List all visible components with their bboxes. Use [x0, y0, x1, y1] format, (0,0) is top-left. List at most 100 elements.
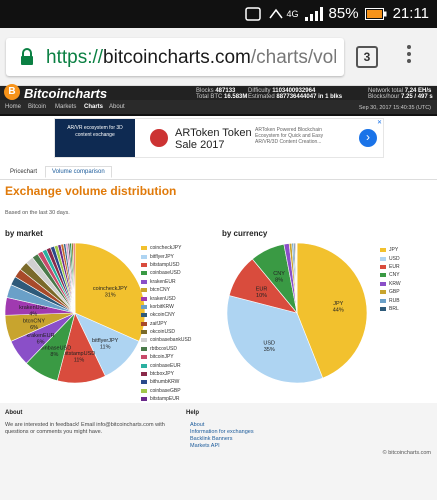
legend-item[interactable]: coinbasebankUSD: [141, 336, 191, 344]
tab-switcher-button[interactable]: 3: [356, 46, 378, 68]
legend-label: coinbaseEUR: [150, 362, 181, 369]
legend-label: coincheckJPY: [150, 245, 182, 252]
battery-percent: 85%: [328, 5, 359, 22]
legend-item[interactable]: krakenEUR: [141, 278, 191, 286]
tab-volume-comparison[interactable]: Volume comparison: [45, 166, 112, 178]
pie-slice-label: 4%: [29, 311, 37, 317]
legend-item[interactable]: korbitKRW: [141, 303, 191, 311]
footer-link-about[interactable]: About: [190, 422, 254, 429]
ad-close-icon[interactable]: ✕: [377, 119, 382, 126]
ad-title[interactable]: ARToken Token Sale 2017: [175, 127, 253, 151]
legend-label: KRW: [389, 280, 401, 287]
legend-swatch: [141, 271, 147, 276]
legend-swatch: [141, 304, 147, 309]
pie-slice-label: EUR: [256, 286, 268, 292]
url-path: /charts/volu: [250, 47, 336, 68]
legend-swatch: [141, 313, 147, 318]
footer-help-title: Help: [186, 410, 200, 416]
battery-icon: [364, 7, 387, 20]
legend-label: btcboxJPY: [150, 371, 174, 378]
pie-slice-label: 31%: [105, 293, 116, 299]
bitcoin-logo-icon[interactable]: B: [4, 84, 20, 100]
legend-label: rbtbcoxUSD: [150, 345, 177, 352]
legend-item[interactable]: okcoinUSD: [141, 328, 191, 336]
notification-icon: [269, 8, 283, 19]
legend-swatch: [141, 288, 147, 293]
pie-slice-label: bitstampUSD: [63, 351, 95, 357]
legend-item[interactable]: JPY: [380, 246, 401, 254]
page-subtitle: Based on the last 30 days.: [5, 210, 70, 216]
legend-item[interactable]: zaifJPY: [141, 320, 191, 328]
legend-item[interactable]: bithumbKRW: [141, 378, 191, 386]
legend-swatch: [380, 248, 386, 253]
url-text[interactable]: https://bitcoincharts.com/charts/volu: [46, 47, 336, 69]
browser-menu-icon[interactable]: [404, 42, 414, 72]
pie-slice-label: JPY: [333, 301, 343, 307]
legend-item[interactable]: coinbaseGBP: [141, 387, 191, 395]
ad-image-text: AR/VR ecosystem for 3D content exchange: [55, 119, 135, 157]
legend-swatch: [141, 397, 147, 402]
legend-label: coinbasebankUSD: [150, 337, 192, 344]
network-type-label: 4G: [286, 8, 299, 19]
browser-toolbar: https://bitcoincharts.com/charts/volu 3: [0, 28, 437, 86]
legend-item[interactable]: bitstampUSD: [141, 261, 191, 269]
legend-label: okcoinCNY: [150, 312, 176, 319]
pie-slice-label: 6%: [30, 325, 38, 331]
legend-swatch: [380, 298, 386, 303]
android-status-bar: 4G 85% 21:11: [0, 0, 437, 28]
legend-item[interactable]: BRL: [380, 305, 401, 313]
copyright: © bitcoincharts.com: [382, 450, 431, 456]
pie-slice-label: 10%: [256, 293, 267, 299]
legend-item[interactable]: okcoinCNY: [141, 311, 191, 319]
pie-slice-label: 44%: [333, 308, 344, 314]
legend-swatch: [141, 296, 147, 301]
legend-item[interactable]: krakenUSD: [141, 294, 191, 302]
legend-item[interactable]: btcboxJPY: [141, 370, 191, 378]
nav-bitcoin[interactable]: Bitcoin: [28, 104, 46, 110]
site-name[interactable]: Bitcoincharts: [24, 86, 107, 101]
legend-item[interactable]: bitcoinJPY: [141, 353, 191, 361]
legend-label: bitcoinJPY: [150, 354, 174, 361]
footer-link-api[interactable]: Markets API: [190, 443, 254, 450]
legend-item[interactable]: coinbaseUSD: [141, 269, 191, 277]
footer-help-links: About Information for exchanges Backlink…: [190, 422, 254, 450]
nav-about[interactable]: About: [109, 104, 125, 110]
legend-item[interactable]: USD: [380, 254, 401, 262]
advertisement-banner[interactable]: AR/VR ecosystem for 3D content exchange …: [54, 118, 384, 158]
tab-pricechart[interactable]: Pricechart: [10, 169, 37, 175]
footer-link-exchanges[interactable]: Information for exchanges: [190, 429, 254, 436]
ad-arrow-icon[interactable]: ›: [359, 129, 377, 147]
legend-item[interactable]: rbtbcoxUSD: [141, 345, 191, 353]
url-domain: bitcoincharts.com: [103, 47, 251, 68]
legend-label: GBP: [389, 289, 400, 296]
address-bar[interactable]: https://bitcoincharts.com/charts/volu: [6, 38, 344, 76]
ad-logo-icon: [150, 129, 168, 147]
nav-charts[interactable]: Charts: [84, 104, 103, 110]
legend-item[interactable]: EUR: [380, 263, 401, 271]
pie-slice-label: 8%: [275, 277, 283, 283]
legend-item[interactable]: RUB: [380, 296, 401, 304]
pie-slice-label: coincheckJPY: [93, 286, 128, 292]
legend-item[interactable]: coincheckJPY: [141, 244, 191, 252]
legend-label: zaifJPY: [150, 320, 167, 327]
legend-swatch: [141, 338, 147, 343]
nav-home[interactable]: Home: [5, 104, 21, 110]
legend-item[interactable]: coinbaseEUR: [141, 361, 191, 369]
legend-item[interactable]: GBP: [380, 288, 401, 296]
legend-item[interactable]: btcnCNY: [141, 286, 191, 294]
legend-label: krakenEUR: [150, 278, 176, 285]
pie-slice-label: CNY: [273, 271, 285, 277]
legend-swatch: [380, 281, 386, 286]
legend-item[interactable]: bitflyerJPY: [141, 252, 191, 260]
legend-label: RUB: [389, 297, 400, 304]
server-datetime: Sep 30, 2017 15:40:35 (UTC): [358, 105, 431, 111]
nav-markets[interactable]: Markets: [55, 104, 76, 110]
legend-item[interactable]: CNY: [380, 271, 401, 279]
currency-pie-chart: JPY44% USD35% EUR10% CNY8%: [226, 242, 368, 384]
clock: 21:11: [392, 5, 429, 22]
legend-swatch: [380, 264, 386, 269]
currency-heading: by currency: [222, 229, 268, 238]
footer-link-banners[interactable]: Backlink Banners: [190, 436, 254, 443]
legend-item[interactable]: KRW: [380, 280, 401, 288]
pie-slice-label: USD: [263, 341, 275, 347]
